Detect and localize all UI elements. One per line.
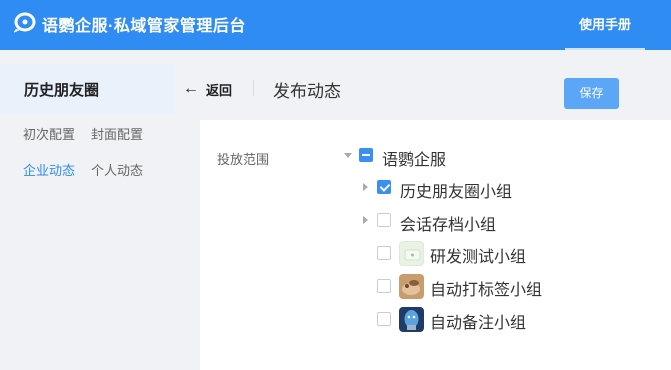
save-button[interactable]: 保存: [564, 78, 619, 109]
tree-root-label: 语鹦企服: [382, 152, 447, 169]
expand-caret-icon[interactable]: [363, 216, 368, 224]
sidebar-item-initial-config[interactable]: 初次配置: [23, 124, 75, 143]
expand-caret-icon[interactable]: [363, 183, 368, 191]
tree-node-checkbox[interactable]: [377, 246, 391, 260]
user-manual-link[interactable]: 使用手册: [579, 14, 631, 33]
tree-node-label: 会话存档小组: [400, 217, 497, 234]
logo-icon: [14, 12, 36, 33]
tree-node-checkbox[interactable]: [377, 312, 391, 326]
tree-node-label: 自动备注小组: [430, 315, 527, 332]
tree-node-checkbox[interactable]: [377, 213, 391, 227]
group-avatar: [399, 241, 424, 266]
tree-node-checkbox[interactable]: [377, 279, 391, 293]
toolbar-divider: [253, 80, 254, 96]
group-avatar: [399, 307, 424, 332]
sidebar-item-personal-moments[interactable]: 个人动态: [91, 160, 143, 179]
sidebar-item-cover-config[interactable]: 封面配置: [91, 124, 143, 143]
sidebar-title: 历史朋友圈: [24, 82, 100, 99]
page-title: 发布动态: [273, 82, 341, 101]
back-button[interactable]: 返回: [206, 80, 232, 99]
group-avatar: [399, 274, 424, 299]
tree-node-label: 历史朋友圈小组: [400, 184, 513, 201]
manual-underline: [565, 48, 645, 50]
tree-node-label: 研发测试小组: [430, 249, 527, 266]
root-checkbox[interactable]: [359, 148, 373, 162]
top-bar: 语鹦企服·私域管家管理后台 使用手册: [0, 0, 671, 50]
sidebar-item-enterprise-moments[interactable]: 企业动态: [23, 160, 75, 179]
scope-label: 投放范围: [217, 152, 270, 167]
tree-node-label: 自动打标签小组: [430, 282, 543, 299]
tree-node-checkbox[interactable]: [377, 180, 391, 194]
back-arrow-icon[interactable]: ←: [183, 80, 199, 98]
expand-caret-icon[interactable]: [344, 153, 352, 158]
app-title: 语鹦企服·私域管家管理后台: [42, 18, 246, 35]
